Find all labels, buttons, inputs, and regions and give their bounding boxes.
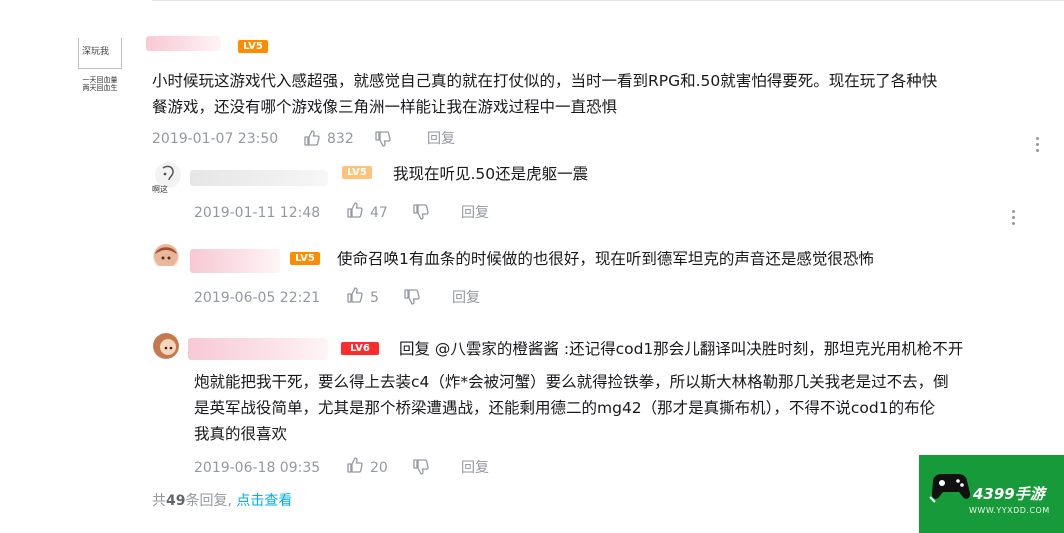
reply-count-prefix: 共 (152, 493, 166, 509)
like-icon[interactable] (346, 456, 364, 478)
reply-text: 我现在听见.50还是虎躯一震 (393, 165, 589, 183)
comment-time: 2019-06-05 22:21 (194, 290, 321, 306)
main-comment-line-1: 小时候玩这游戏代入感超强，就感觉自己真的就在打仗似的，当时一看到RPG和.50就… (152, 72, 938, 90)
more-icon[interactable] (1010, 210, 1016, 230)
main-comment-line-2: 餐游戏，还没有哪个游戏像三角洲一样能让我在游戏过程中一直恐惧 (152, 98, 618, 116)
watermark-logo: 4399手游 WWW.YYXDD.COM (919, 455, 1064, 533)
reply-button[interactable]: 回复 (461, 204, 489, 222)
main-avatar[interactable]: 深玩我 一天回血量 两天回血生 (74, 34, 126, 96)
level-badge: LV5 (238, 40, 268, 53)
watermark-url: WWW.YYXDD.COM (969, 506, 1050, 515)
reply-text-line-1: 回复 @八雲家的橙酱酱 :还记得cod1那会儿翻译叫决胜时刻，那坦克光用机枪不开 (399, 340, 964, 358)
main-username[interactable] (146, 36, 221, 51)
reply-button[interactable]: 回复 (427, 130, 455, 148)
avatar-caption-1: 一天回血量 (82, 76, 118, 84)
level-badge: LV6 (341, 342, 379, 355)
level-badge: LV5 (342, 166, 372, 179)
watermark-brand: 4399手游 (973, 485, 1045, 503)
reply-text-line-4: 我真的很喜欢 (194, 425, 288, 443)
reply-username[interactable] (190, 170, 328, 186)
comment-time: 2019-01-11 12:48 (194, 205, 321, 221)
like-icon[interactable] (346, 201, 364, 223)
like-icon[interactable] (346, 286, 364, 308)
controller-icon (929, 474, 971, 503)
dislike-icon[interactable] (412, 458, 430, 480)
more-icon[interactable] (1034, 137, 1040, 157)
like-icon[interactable] (303, 129, 321, 151)
comment-time: 2019-01-07 23:50 (152, 131, 279, 147)
reply-button[interactable]: 回复 (452, 289, 480, 307)
reply-avatar[interactable] (153, 333, 179, 359)
level-badge: LV5 (290, 252, 320, 265)
view-all-replies-link[interactable]: 点击查看 (236, 493, 292, 509)
reply-text-line-3: 是英军战役简单，尤其是那个桥梁遭遇战，还能剩用德二的mg42（那才是真撕布机），… (194, 399, 936, 417)
like-count: 832 (327, 131, 354, 147)
reply-count-suffix: 条回复, (185, 493, 232, 509)
top-divider (152, 0, 1064, 1)
dislike-icon[interactable] (412, 203, 430, 225)
reply-username[interactable] (188, 338, 328, 360)
avatar-caption-2: 两天回血生 (82, 84, 118, 92)
avatar-box-text: 深玩我 (82, 47, 110, 57)
reply-count-footer: 共49条回复, 点击查看 (152, 492, 292, 510)
like-count: 20 (370, 460, 388, 476)
reply-button[interactable]: 回复 (461, 459, 489, 477)
dislike-icon[interactable] (374, 130, 392, 152)
reply-username[interactable] (190, 249, 280, 273)
reply-text: 使命召唤1有血条的时候做的也很好，现在听到德军坦克的声音还是感觉很恐怖 (337, 250, 874, 268)
reply-count: 49 (166, 493, 186, 509)
like-count: 5 (370, 290, 379, 306)
reply-text-line-2: 炮就能把我干死，要么得上去装c4（炸*会被河蟹）要么就得捡铁拳，所以斯大林格勒那… (194, 373, 949, 391)
reply-avatar-caption: 啊这 (152, 185, 168, 194)
reply-avatar[interactable] (153, 244, 179, 270)
dislike-icon[interactable] (403, 288, 421, 310)
like-count: 47 (370, 205, 388, 221)
comment-time: 2019-06-18 09:35 (194, 460, 321, 476)
